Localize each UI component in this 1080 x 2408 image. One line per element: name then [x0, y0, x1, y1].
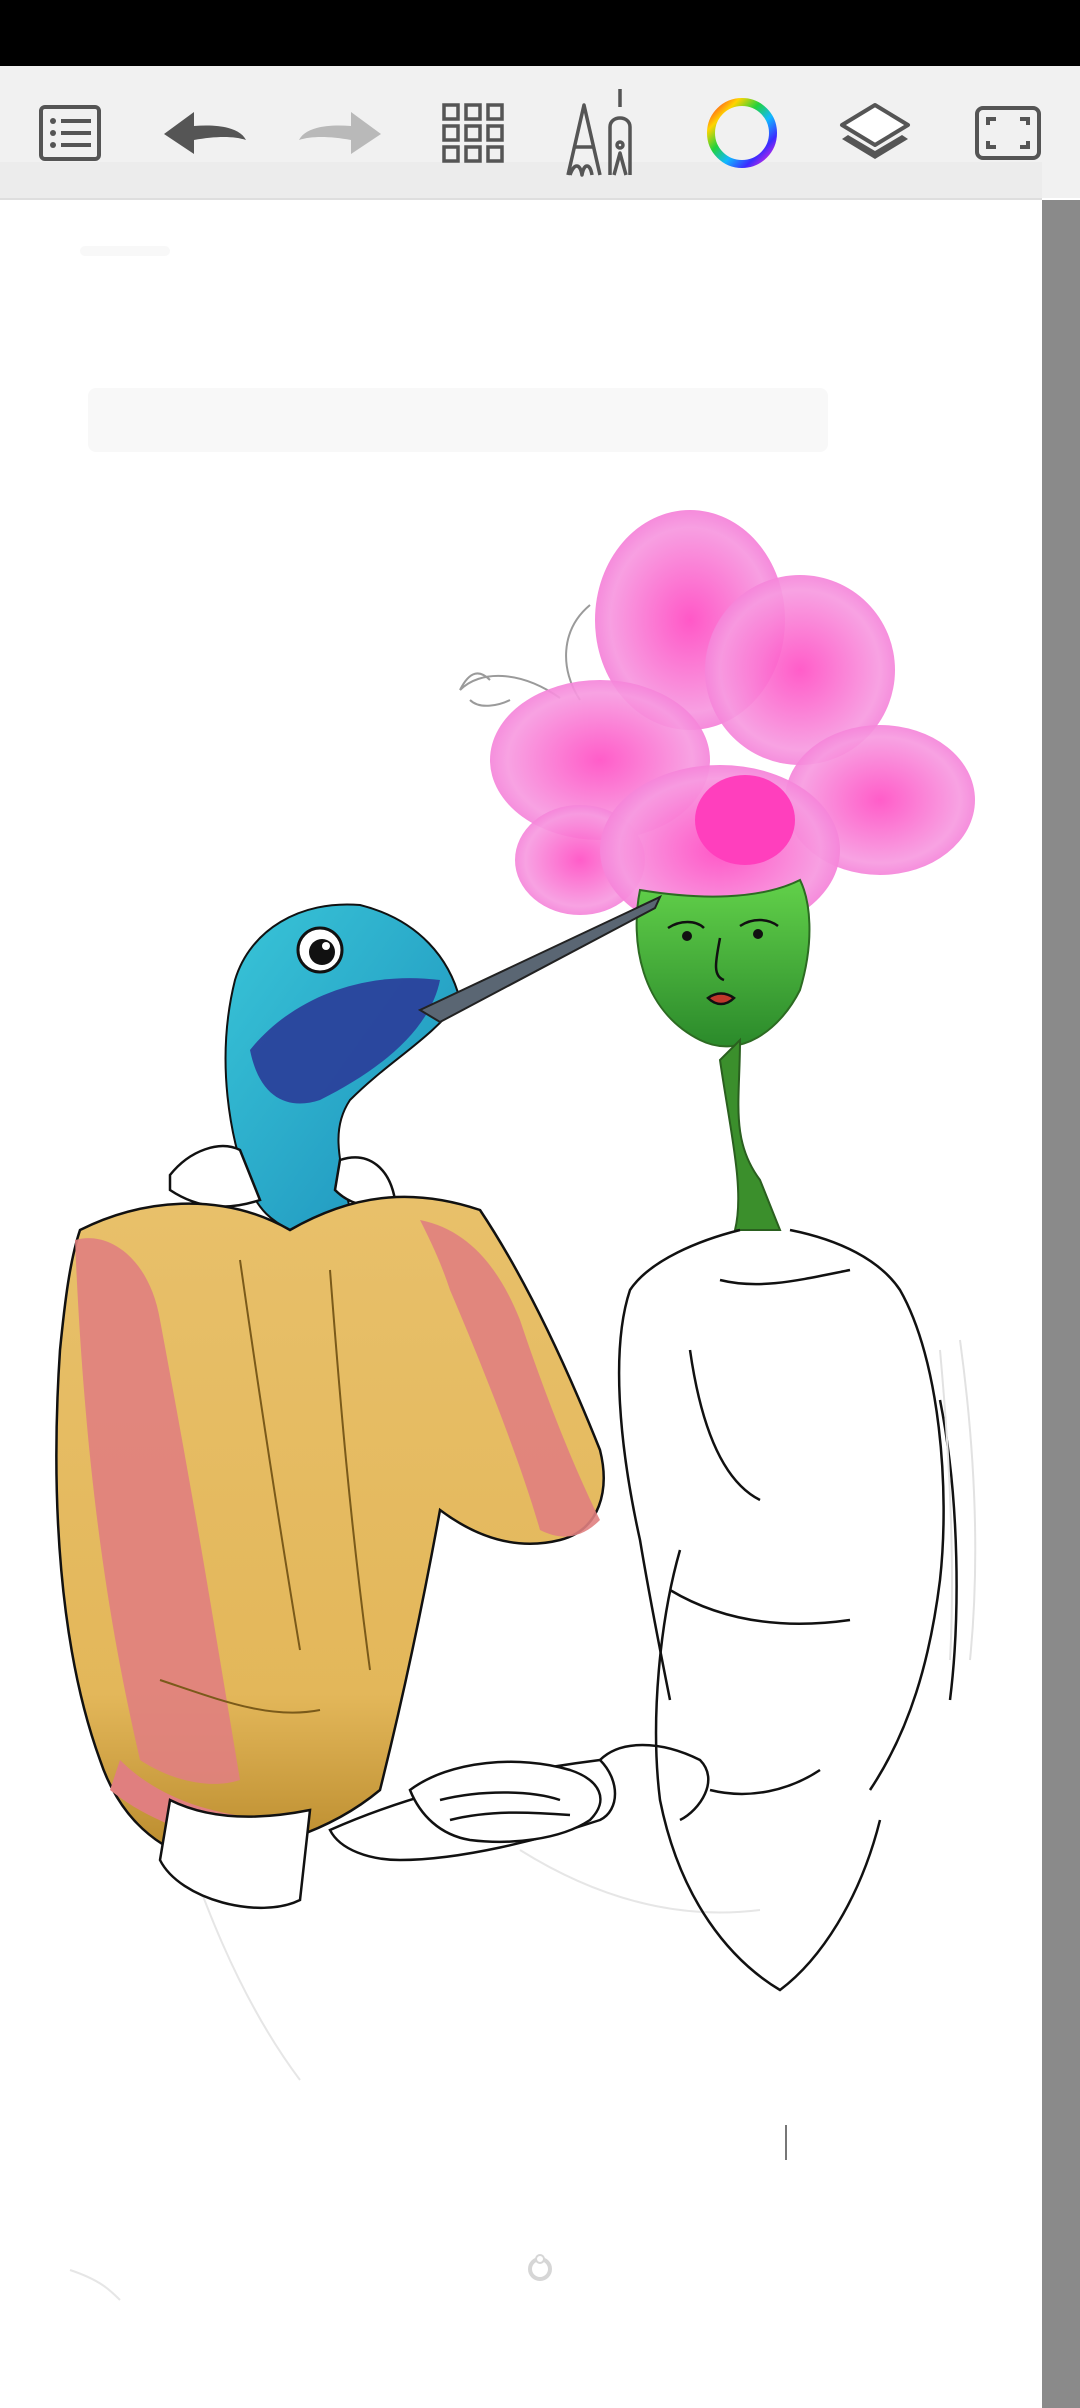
undo-arrow-icon: [164, 112, 246, 154]
lady-dress-outline: [599, 1228, 958, 1992]
status-bar: [0, 0, 1080, 66]
layers-icon: [840, 103, 910, 159]
canvas-handle-icon[interactable]: [524, 2253, 556, 2285]
hummingbird-head: [224, 894, 663, 1235]
fullscreen-icon: [975, 106, 1041, 160]
pink-flower: [490, 510, 975, 935]
redo-button[interactable]: [295, 90, 385, 176]
gallery-button[interactable]: [428, 90, 518, 176]
menu-list-button[interactable]: [25, 90, 115, 176]
layers-button[interactable]: [830, 90, 920, 176]
color-wheel-icon: [707, 98, 777, 168]
canvas-scrollbar[interactable]: [1042, 200, 1080, 2408]
flower-face: [635, 878, 811, 1231]
undo-button[interactable]: [160, 90, 250, 176]
fullscreen-button[interactable]: [963, 90, 1053, 176]
redo-arrow-icon: [299, 112, 381, 154]
grid-icon: [442, 103, 504, 163]
artwork: [55, 510, 977, 2301]
color-picker-button[interactable]: [697, 90, 787, 176]
pencil-pen-icon: [566, 89, 632, 177]
drawing-canvas[interactable]: [0, 200, 1042, 2408]
brush-tools-button[interactable]: [562, 89, 652, 177]
list-icon: [39, 105, 101, 161]
